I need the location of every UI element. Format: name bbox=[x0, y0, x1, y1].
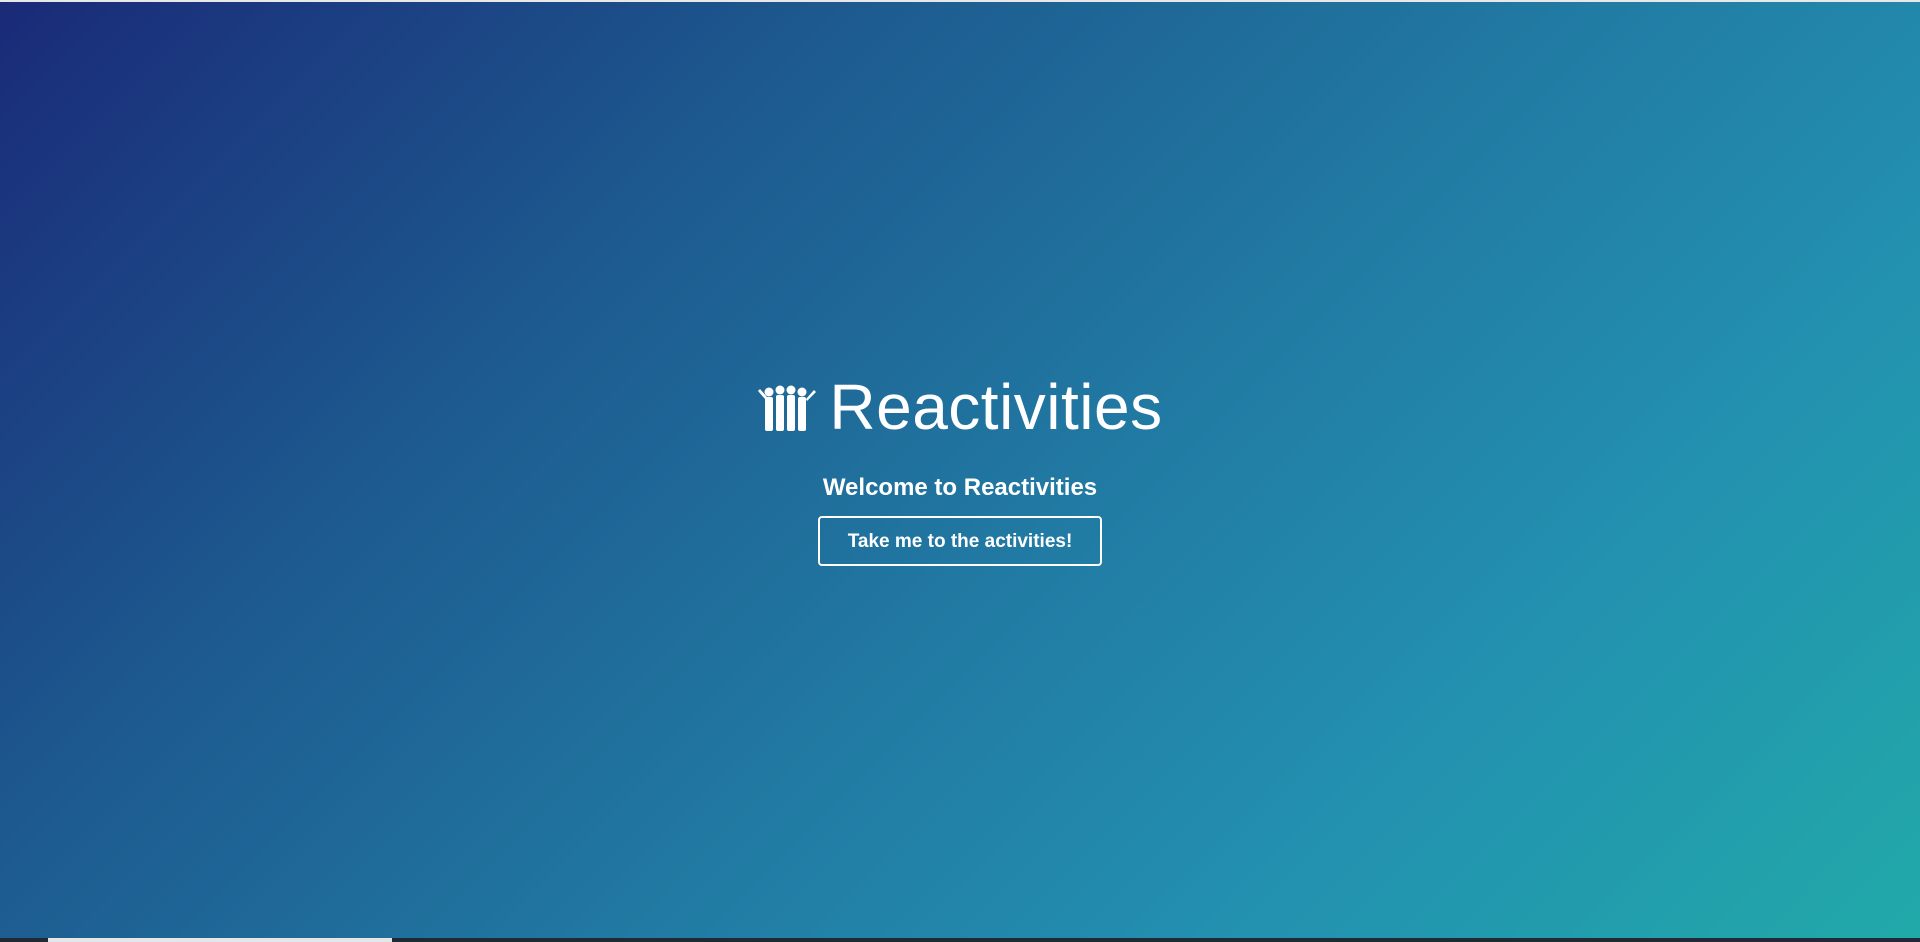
bottom-strip bbox=[0, 938, 1920, 942]
welcome-heading: Welcome to Reactivities bbox=[822, 474, 1098, 501]
page-title: Reactivities bbox=[829, 371, 1163, 443]
bottom-strip-segment bbox=[48, 938, 392, 942]
title-row: Reactivities bbox=[757, 370, 1162, 444]
masthead-content: Reactivities Welcome to Reactivities Tak… bbox=[0, 370, 1920, 566]
group-of-people-icon bbox=[757, 383, 817, 431]
masthead: Reactivities Welcome to Reactivities Tak… bbox=[0, 0, 1920, 938]
take-me-to-activities-button[interactable]: Take me to the activities! bbox=[817, 516, 1103, 566]
